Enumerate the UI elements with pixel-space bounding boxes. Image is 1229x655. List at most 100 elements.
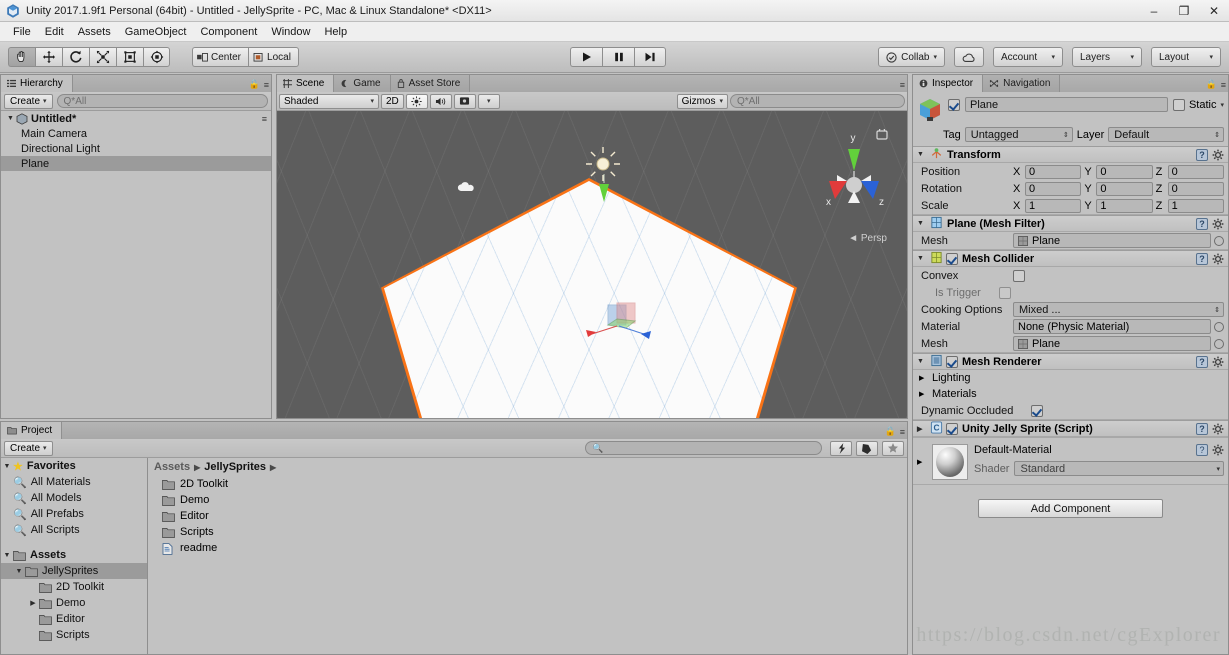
tree-item-jellysprites[interactable]: ▼ JellySprites [1,563,147,579]
favorite-all-scripts[interactable]: 🔍 All Scripts [1,522,147,538]
tab-hierarchy[interactable]: Hierarchy [1,75,73,92]
rotation-x-input[interactable]: 0 [1025,181,1082,196]
convex-checkbox[interactable] [1013,269,1025,282]
scale-y-input[interactable]: 1 [1096,198,1153,213]
scene-menu-icon[interactable]: ≡ [262,114,267,124]
asset-item-scripts[interactable]: Scripts [148,524,907,540]
chevron-down-icon[interactable]: ▼ [917,358,926,365]
breadcrumb-jellysprites[interactable]: JellySprites [204,461,266,473]
toggle-audio-button[interactable] [429,93,452,109]
component-header-jelly-sprite[interactable]: ▶ C Unity Jelly Sprite (Script) ? [913,420,1228,437]
panel-menu-icon[interactable]: ≡ [1221,80,1226,90]
panel-menu-icon[interactable]: ≡ [264,80,269,90]
tree-item-demo[interactable]: ▶ Demo [1,595,147,611]
gizmos-dropdown-button[interactable]: Gizmos ▾ [676,93,728,109]
tree-item-2d-toolkit[interactable]: 2D Toolkit [1,579,147,595]
chevron-down-icon[interactable]: ▼ [917,255,926,262]
property-materials-foldout[interactable]: ▶ Materials [913,386,1228,402]
tab-inspector[interactable]: Inspector [913,75,984,92]
project-create-button[interactable]: Create ▾ [4,440,53,456]
component-header-mesh-renderer[interactable]: ▼ Mesh Renderer ? [913,353,1228,370]
position-z-input[interactable]: 0 [1167,164,1224,179]
pivot-mode-button[interactable]: Center [192,47,249,67]
chevron-down-icon[interactable]: ▼ [1,463,13,470]
add-favorite-button[interactable] [882,440,904,456]
mesh-picker-button[interactable] [1214,235,1224,246]
tab-scene[interactable]: Scene [277,75,335,92]
menu-help[interactable]: Help [317,24,354,40]
asset-item-readme[interactable]: readme [148,540,907,556]
help-icon[interactable]: ? [1196,422,1208,435]
chevron-right-icon[interactable]: ▶ [917,458,926,466]
filter-by-label-button[interactable] [856,440,878,456]
main-camera-gizmo[interactable] [457,179,477,196]
mesh-renderer-enabled-checkbox[interactable] [946,355,958,368]
space-mode-button[interactable]: Local [248,47,299,67]
asset-item-demo[interactable]: Demo [148,492,907,508]
help-icon[interactable]: ? [1196,252,1208,265]
shader-dropdown[interactable]: Standard ▾ [1014,461,1224,476]
tab-game[interactable]: Game [334,75,391,92]
chevron-down-icon[interactable]: ▼ [917,151,926,158]
menu-gameobject[interactable]: GameObject [118,24,194,40]
close-button[interactable]: ✕ [1199,0,1229,22]
dynamic-occluded-checkbox[interactable] [1031,404,1043,417]
chevron-down-icon[interactable]: ▼ [917,220,926,227]
shading-mode-dropdown[interactable]: Shaded ▾ [279,93,379,109]
effects-dropdown-button[interactable]: ▾ [477,93,500,109]
component-header-mesh-filter[interactable]: ▼ Plane (Mesh Filter) ? [913,215,1228,232]
position-y-input[interactable]: 0 [1096,164,1153,179]
position-x-input[interactable]: 0 [1025,164,1082,179]
toggle-lighting-button[interactable] [405,93,428,109]
object-name-input[interactable]: Plane [965,97,1168,112]
asset-item-2d-toolkit[interactable]: 2D Toolkit [148,476,907,492]
static-toggle[interactable]: Static ▾ [1172,98,1224,111]
chevron-down-icon[interactable]: ▾ [1220,101,1224,109]
tree-item-scripts[interactable]: Scripts [1,627,147,643]
favorites-header[interactable]: ▼ ★ Favorites [1,458,147,474]
jelly-sprite-enabled-checkbox[interactable] [946,422,958,435]
component-header-mesh-collider[interactable]: ▼ Mesh Collider ? [913,250,1228,267]
property-lighting-foldout[interactable]: ▶ Lighting [913,370,1228,386]
tag-dropdown[interactable]: Untagged ⇕ [964,127,1073,142]
rotation-y-input[interactable]: 0 [1096,181,1153,196]
hierarchy-scene-root[interactable]: ▼ Untitled* ≡ [1,111,271,126]
collab-button[interactable]: Collab ▾ [878,47,945,67]
favorite-all-prefabs[interactable]: 🔍 All Prefabs [1,506,147,522]
cloud-button[interactable] [954,47,984,67]
scene-viewport[interactable]: y x z ◄ Persp [277,111,907,418]
rotate-tool-button[interactable] [62,47,89,67]
hierarchy-item-main-camera[interactable]: Main Camera [1,126,271,141]
lock-icon[interactable]: 🔒 [1206,79,1217,90]
transform-tool-button[interactable] [143,47,170,67]
help-icon[interactable]: ? [1196,444,1208,456]
physic-material-picker-button[interactable] [1214,321,1224,332]
help-icon[interactable]: ? [1196,148,1208,161]
gear-icon[interactable] [1212,149,1224,161]
assets-root[interactable]: ▼ Assets [1,547,147,563]
rotation-z-input[interactable]: 0 [1167,181,1224,196]
component-header-transform[interactable]: ▼ Transform ? [913,146,1228,163]
lock-icon[interactable]: 🔒 [885,426,896,437]
static-checkbox[interactable] [1172,98,1185,111]
tab-asset-store[interactable]: Asset Store [390,75,471,92]
chevron-down-icon[interactable]: ▼ [5,115,16,122]
rect-tool-button[interactable] [116,47,143,67]
favorite-all-models[interactable]: 🔍 All Models [1,490,147,506]
projection-mode-label[interactable]: ◄ Persp [848,233,887,244]
menu-assets[interactable]: Assets [71,24,118,40]
pause-button[interactable] [602,47,634,67]
hierarchy-search-input[interactable]: Q*All [56,94,268,108]
favorite-all-materials[interactable]: 🔍 All Materials [1,474,147,490]
hand-tool-button[interactable] [8,47,35,67]
scene-orientation-gizmo[interactable]: y x z [817,127,893,229]
panel-menu-icon[interactable]: ≡ [900,427,905,437]
gear-icon[interactable] [1212,423,1224,435]
toggle-2d-button[interactable]: 2D [381,93,404,109]
maximize-button[interactable]: ❐ [1169,0,1199,22]
move-tool-button[interactable] [35,47,62,67]
menu-component[interactable]: Component [193,24,264,40]
chevron-right-icon[interactable]: ▶ [919,374,928,382]
play-button[interactable] [570,47,602,67]
tab-project[interactable]: Project [1,422,63,439]
